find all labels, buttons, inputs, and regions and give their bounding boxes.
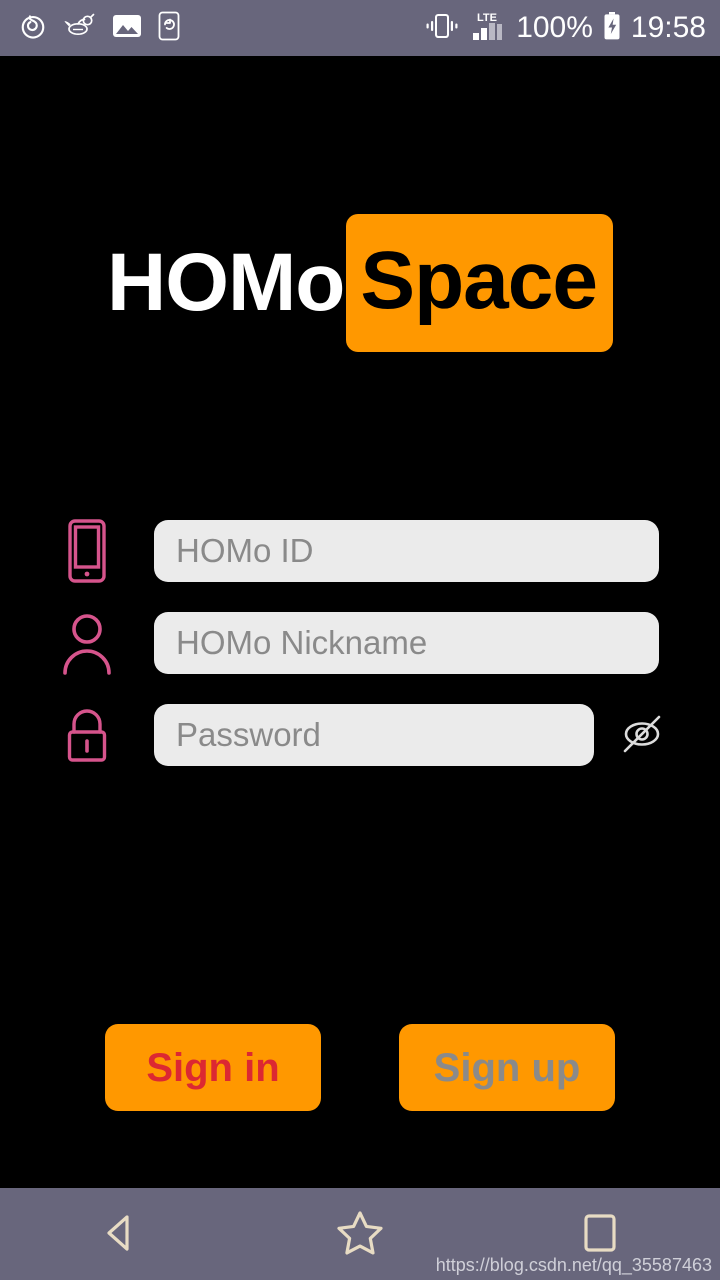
nav-recents-square-icon (578, 1210, 622, 1259)
field-row-password (0, 702, 720, 768)
field-row-homo-nickname (0, 610, 720, 676)
app-logo-highlight-text: Space (346, 214, 613, 352)
password-visibility-toggle[interactable] (616, 709, 668, 761)
login-form (0, 518, 720, 794)
clock-label: 19:58 (630, 11, 706, 44)
eye-off-icon (617, 711, 667, 760)
nav-home-button[interactable] (300, 1188, 420, 1280)
nav-star-home-icon (335, 1209, 385, 1260)
status-bar-system-icons: LTE 100% 19:58 (424, 10, 706, 47)
battery-percent-label: 100% (516, 11, 593, 44)
system-navigation-bar: https://blog.csdn.net/qq_35587463 (0, 1188, 720, 1280)
gallery-photo-icon (112, 13, 142, 44)
netease-music-icon (18, 11, 48, 46)
watermark-label: https://blog.csdn.net/qq_35587463 (435, 1255, 712, 1275)
status-bar: LTE 100% 19:58 (0, 0, 720, 56)
field-row-homo-id (0, 518, 720, 584)
homo-id-input[interactable] (154, 520, 659, 582)
screen-rotate-icon (158, 11, 180, 46)
app-logo-plain-text: HOMo (106, 237, 345, 328)
status-bar-notification-icons (18, 11, 180, 46)
auth-action-buttons: Sign in Sign up (0, 1024, 720, 1111)
person-icon (58, 611, 116, 675)
nav-back-icon (97, 1210, 143, 1259)
vibrate-icon (424, 11, 460, 46)
phone-screen: LTE 100% 19:58 HOMo Space HOMo ID HOMo N… (0, 0, 720, 1280)
password-input[interactable] (154, 704, 594, 766)
bee-icon (64, 13, 96, 44)
sign-in-button[interactable]: Sign in (105, 1024, 321, 1111)
svg-text:LTE: LTE (477, 12, 497, 24)
nav-back-button[interactable] (60, 1188, 180, 1280)
lock-icon (58, 704, 116, 766)
lte-signal-icon: LTE (469, 10, 507, 47)
homo-nickname-input[interactable] (154, 612, 659, 674)
login-screen-body: HOMo Space HOMo ID HOMo Nickname Sign in… (0, 56, 720, 1188)
battery-charging-icon (602, 11, 622, 46)
sign-up-button[interactable]: Sign up (399, 1024, 615, 1111)
app-logo: HOMo Space (0, 214, 720, 352)
phone-device-icon (58, 519, 116, 583)
